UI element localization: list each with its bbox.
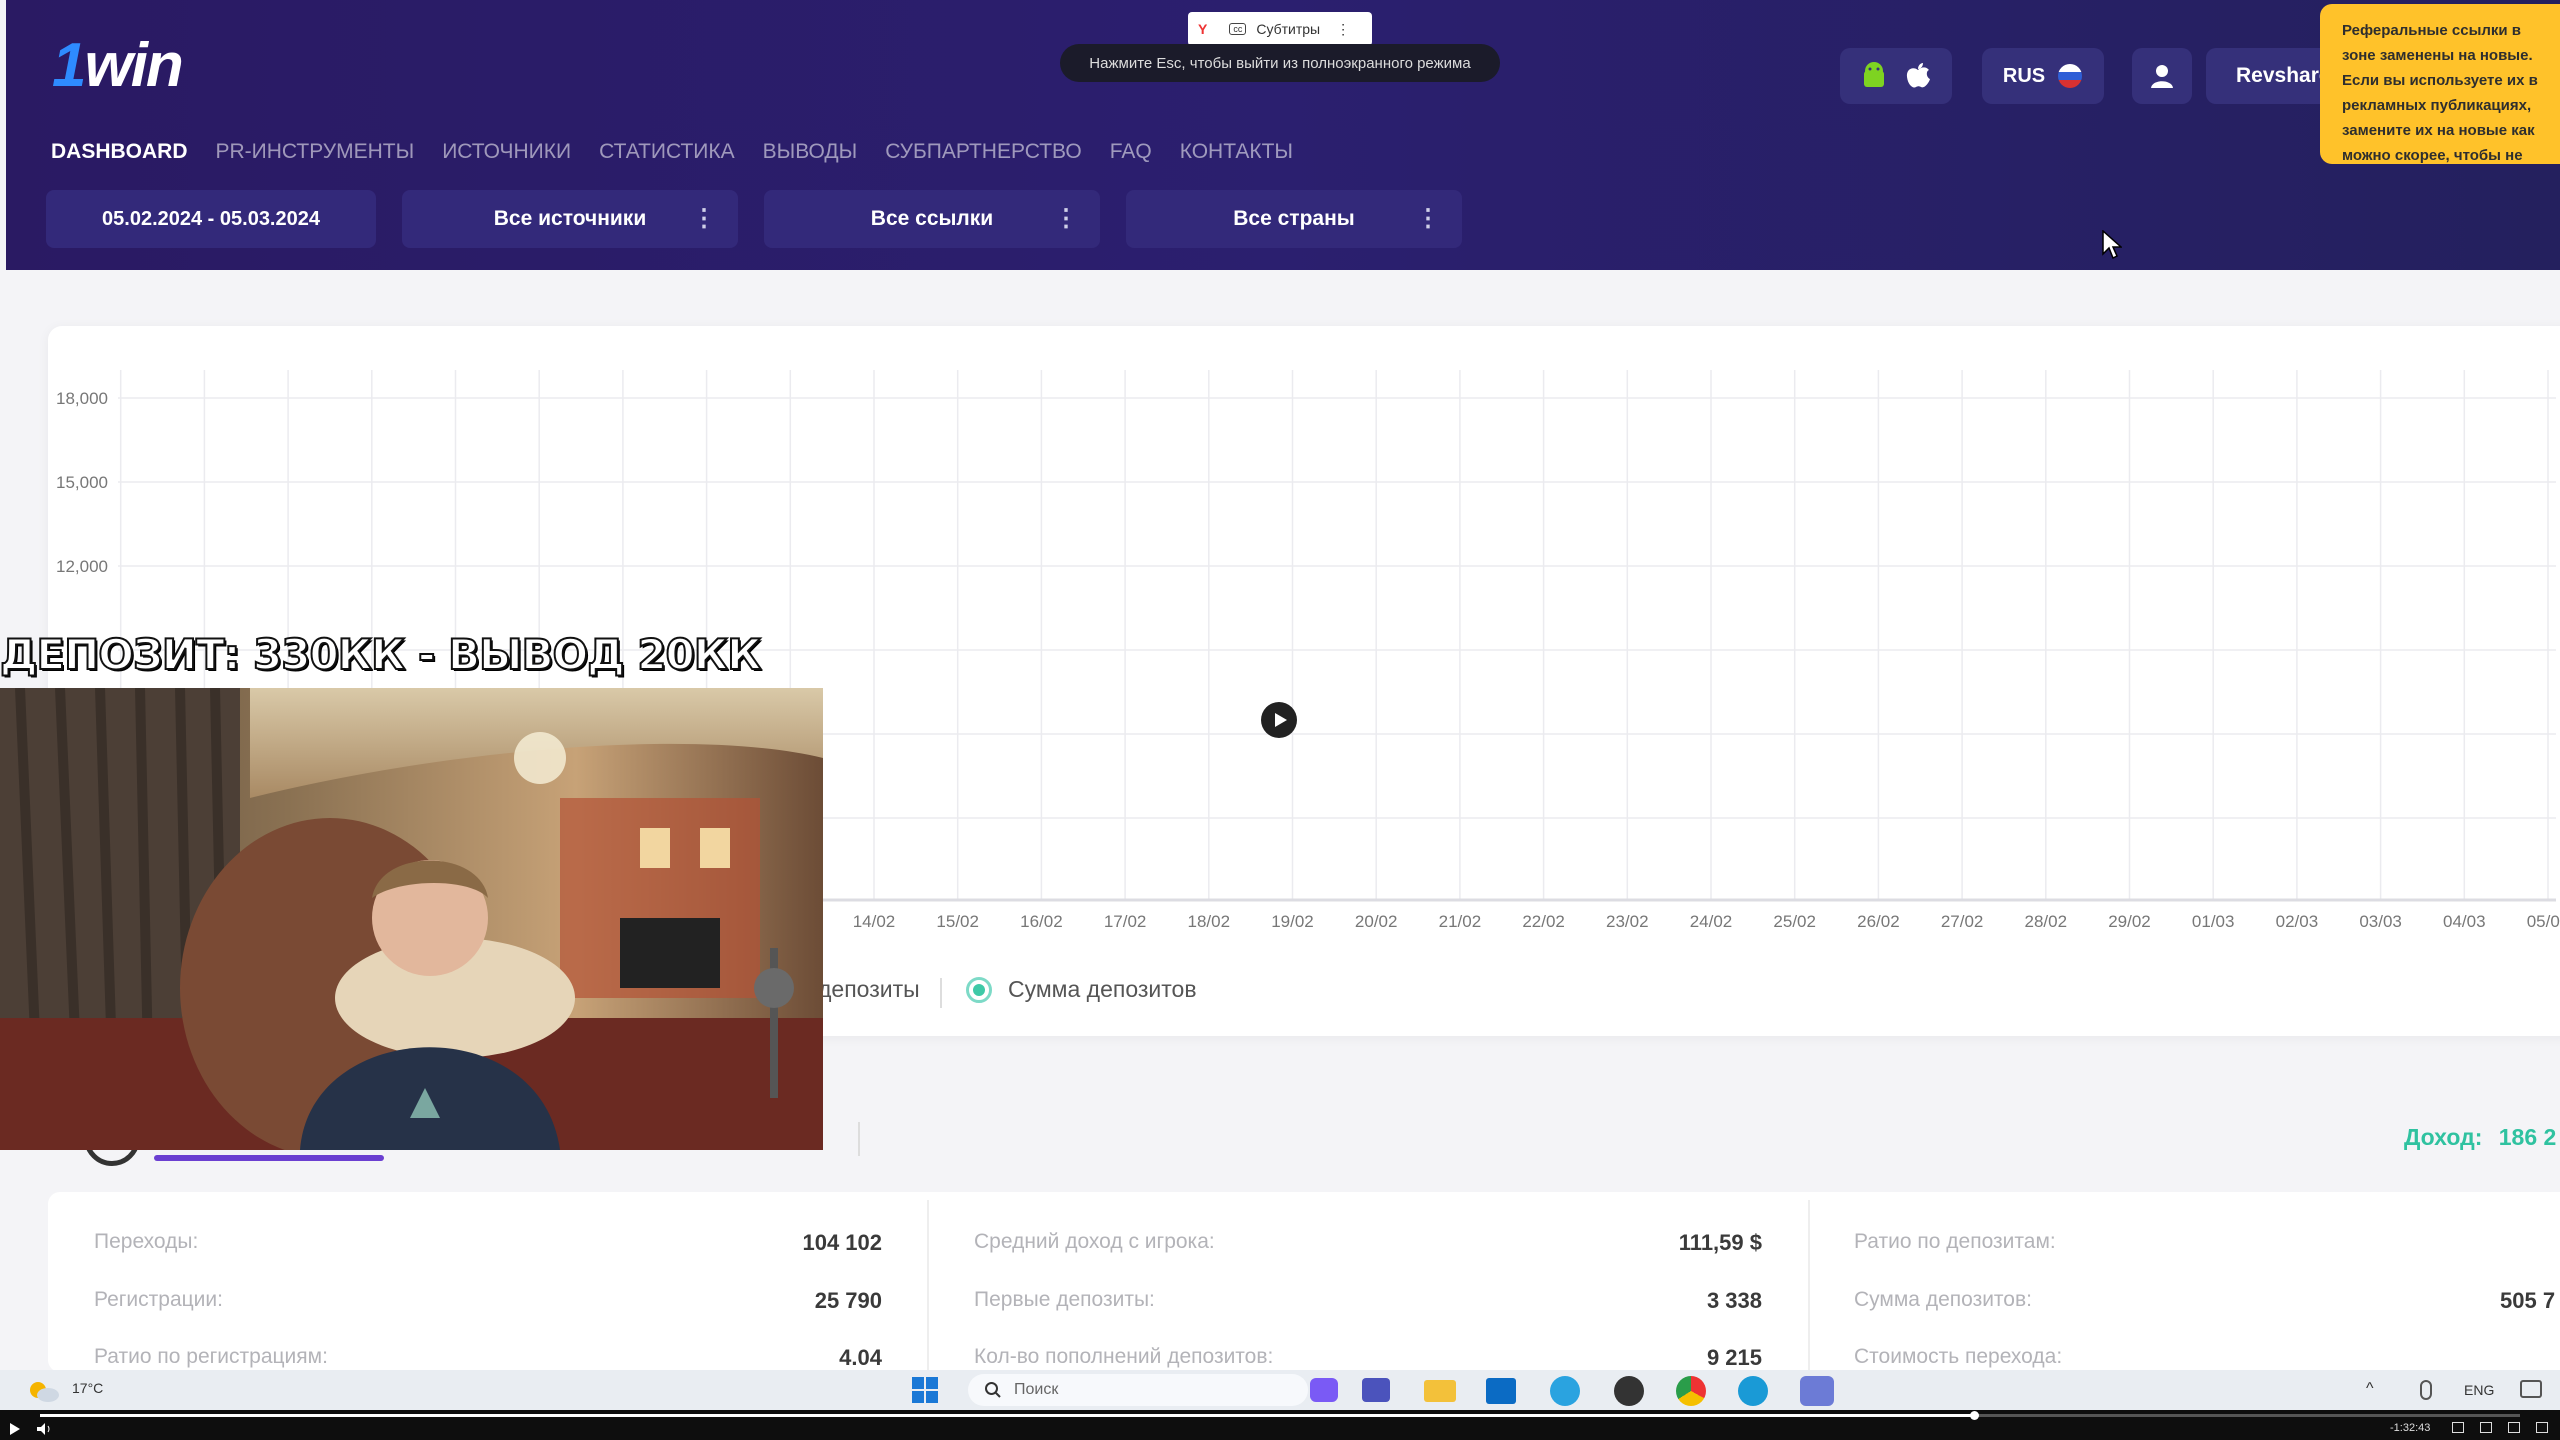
x-tick-label: 01/03 bbox=[2192, 912, 2235, 931]
stat-value: 3 338 bbox=[1706, 1288, 1762, 1313]
tab-divider bbox=[858, 1122, 860, 1156]
x-tick-label: 03/03 bbox=[2359, 912, 2402, 931]
x-tick-label: 29/02 bbox=[2108, 912, 2151, 931]
x-tick-label: 25/02 bbox=[1773, 912, 1816, 931]
teams-icon[interactable] bbox=[1362, 1378, 1390, 1402]
x-tick-label: 27/02 bbox=[1941, 912, 1984, 931]
weather-temp: 17°C bbox=[72, 1380, 104, 1396]
x-tick-label: 22/02 bbox=[1522, 912, 1565, 931]
x-tick-label: 26/02 bbox=[1857, 912, 1900, 931]
stat-deposit-sum: Сумма депозитов: bbox=[1854, 1288, 2032, 1312]
taskbar-search-label: Поиск bbox=[1014, 1381, 1059, 1398]
x-tick-label: 17/02 bbox=[1104, 912, 1147, 931]
x-tick-label: 21/02 bbox=[1439, 912, 1482, 931]
x-tick-label: 19/02 bbox=[1271, 912, 1314, 931]
stat-click-cost: Стоимость перехода: bbox=[1854, 1345, 2062, 1369]
stat-label: Первые депозиты: bbox=[974, 1288, 1155, 1311]
miniplayer-icon[interactable] bbox=[2452, 1422, 2464, 1433]
stream-caption: ДЕПОЗИТ: 330КК - ВЫВОД 20КК bbox=[0, 629, 762, 680]
income-summary: Доход: 186 2 bbox=[2404, 1124, 2556, 1151]
microphone-icon[interactable] bbox=[2420, 1380, 2432, 1400]
store-icon[interactable] bbox=[1486, 1378, 1516, 1404]
income-value: 186 2 bbox=[2498, 1124, 2557, 1150]
radio-icon bbox=[966, 976, 992, 1003]
stat-registrations: Регистрации: bbox=[94, 1288, 223, 1312]
search-icon bbox=[985, 1382, 1001, 1398]
stat-label: Переходы: bbox=[94, 1230, 199, 1253]
taskbar-search[interactable]: Поиск bbox=[968, 1374, 1308, 1406]
stat-value: 104 102 bbox=[802, 1230, 882, 1255]
legend-deposit-sum[interactable]: Сумма депозитов bbox=[966, 976, 1197, 1003]
chrome-icon[interactable] bbox=[1676, 1376, 1706, 1406]
video-player-controls: -1:32:43 bbox=[0, 1410, 2560, 1440]
stat-value: 4.04 bbox=[839, 1345, 882, 1370]
monitor-icon[interactable] bbox=[2520, 1380, 2542, 1398]
stat-label: Ратио по депозитам: bbox=[1854, 1230, 2056, 1253]
webcam-feed bbox=[0, 688, 823, 1150]
legend-deposit-sum-label: Сумма депозитов bbox=[1008, 976, 1197, 1002]
stat-clicks: Переходы: bbox=[94, 1230, 198, 1254]
stat-value: 505 7 bbox=[2500, 1288, 2556, 1313]
stat-label: Регистрации: bbox=[94, 1288, 223, 1311]
weather-icon bbox=[30, 1382, 59, 1402]
x-tick-label: 15/02 bbox=[936, 912, 979, 931]
play-icon[interactable] bbox=[8, 1422, 22, 1436]
seek-progress bbox=[40, 1414, 1974, 1417]
filter-app-icon[interactable] bbox=[1800, 1376, 1834, 1406]
y-tick-label: 18,000 bbox=[56, 389, 108, 408]
seek-handle[interactable] bbox=[1970, 1411, 1979, 1420]
x-tick-label: 05/03 bbox=[2527, 912, 2560, 931]
stat-deposit-ratio: Ратио по депозитам: bbox=[1854, 1230, 2056, 1254]
stat-reg-ratio: Ратио по регистрациям: bbox=[94, 1345, 328, 1369]
windows-taskbar: 17°C Поиск ^ ENG bbox=[0, 1370, 2560, 1410]
edge-icon[interactable] bbox=[1738, 1376, 1768, 1406]
play-icon bbox=[1275, 713, 1287, 727]
stats-panel bbox=[48, 1192, 2560, 1372]
screen: 1win DASHBOARD PR-ИНСТРУМЕНТЫ ИСТОЧНИКИ … bbox=[0, 0, 2560, 1440]
video-play-button[interactable] bbox=[1261, 702, 1297, 738]
chevron-up-icon[interactable]: ^ bbox=[2366, 1380, 2374, 1398]
y-tick-label: 15,000 bbox=[56, 473, 108, 492]
settings-icon[interactable] bbox=[2536, 1422, 2548, 1433]
stats-divider bbox=[1808, 1200, 1810, 1370]
stat-value: 9 215 bbox=[1706, 1345, 1762, 1370]
x-tick-label: 04/03 bbox=[2443, 912, 2486, 931]
stat-label: Кол-во пополнений депозитов: bbox=[974, 1345, 1274, 1368]
app-icon[interactable] bbox=[1614, 1376, 1644, 1406]
keyboard-lang[interactable]: ENG bbox=[2464, 1382, 2494, 1398]
legend-deposits[interactable]: депозиты bbox=[818, 976, 920, 1003]
x-tick-label: 14/02 bbox=[853, 912, 896, 931]
stat-first-deposits: Первые депозиты: bbox=[974, 1288, 1155, 1312]
stat-avg-income: Средний доход с игрока: bbox=[974, 1230, 1215, 1254]
stats-divider bbox=[927, 1200, 929, 1370]
telegram-icon[interactable] bbox=[1550, 1376, 1580, 1406]
stat-label: Стоимость перехода: bbox=[1854, 1345, 2063, 1368]
copilot-icon[interactable] bbox=[1310, 1378, 1338, 1402]
active-tab-underline bbox=[154, 1155, 384, 1161]
x-tick-label: 24/02 bbox=[1690, 912, 1733, 931]
fullscreen-icon[interactable] bbox=[2508, 1422, 2520, 1433]
time-remaining: -1:32:43 bbox=[2390, 1422, 2431, 1434]
stat-label: Средний доход с игрока: bbox=[974, 1230, 1215, 1253]
volume-icon[interactable] bbox=[36, 1422, 52, 1436]
stat-deposit-count: Кол-во пополнений депозитов: bbox=[974, 1345, 1273, 1369]
x-tick-label: 23/02 bbox=[1606, 912, 1649, 931]
x-tick-label: 20/02 bbox=[1355, 912, 1398, 931]
legend-divider bbox=[940, 978, 942, 1008]
file-explorer-icon[interactable] bbox=[1424, 1380, 1456, 1402]
y-tick-label: 12,000 bbox=[56, 557, 108, 576]
theater-icon[interactable] bbox=[2480, 1422, 2492, 1433]
stat-value: 25 790 bbox=[814, 1288, 882, 1313]
income-label: Доход: bbox=[2404, 1124, 2483, 1150]
x-tick-label: 02/03 bbox=[2276, 912, 2319, 931]
x-tick-label: 28/02 bbox=[2025, 912, 2068, 931]
x-tick-label: 18/02 bbox=[1188, 912, 1231, 931]
webcam-image bbox=[0, 688, 823, 1150]
legend-deposits-label: депозиты bbox=[818, 976, 920, 1002]
windows-start-icon[interactable] bbox=[912, 1377, 938, 1403]
stat-label: Сумма депозитов: bbox=[1854, 1288, 2032, 1311]
x-tick-label: 16/02 bbox=[1020, 912, 1063, 931]
stat-value: 111,59 $ bbox=[1678, 1230, 1762, 1255]
stat-label: Ратио по регистрациям: bbox=[94, 1345, 328, 1368]
